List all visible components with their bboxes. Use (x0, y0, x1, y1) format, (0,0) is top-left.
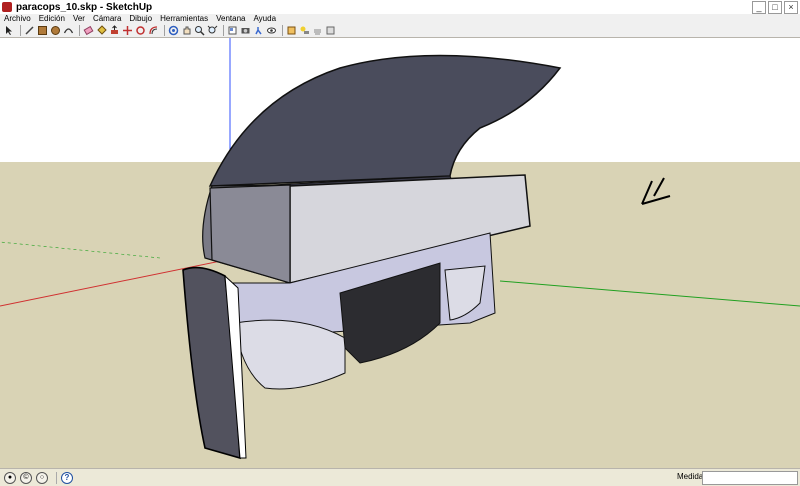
offset-icon[interactable] (148, 25, 159, 36)
window-controls: _ □ × (752, 1, 798, 14)
section-icon[interactable] (286, 25, 297, 36)
title-bar: paracops_10.skp - SketchUp _ □ × (0, 0, 800, 14)
shadow-icon[interactable] (299, 25, 310, 36)
scene-canvas[interactable] (0, 38, 800, 468)
look-around-icon[interactable] (266, 25, 277, 36)
circle-icon[interactable] (50, 25, 61, 36)
fog-icon[interactable] (312, 25, 323, 36)
style-icon[interactable] (325, 25, 336, 36)
orbit-icon[interactable] (168, 25, 179, 36)
geo-location-icon[interactable]: ● (4, 471, 16, 484)
rotate-icon[interactable] (135, 25, 146, 36)
toolbar-separator (20, 24, 21, 36)
toolbar-separator (164, 24, 165, 36)
measurements-input[interactable] (702, 471, 798, 485)
select-icon[interactable] (4, 25, 15, 36)
zoom-icon[interactable] (194, 25, 205, 36)
toolbar-separator (223, 24, 224, 36)
help-icon[interactable]: ? (61, 471, 73, 484)
line-icon[interactable] (24, 25, 35, 36)
menu-archivo[interactable]: Archivo (0, 14, 35, 23)
rectangle-icon[interactable] (37, 25, 48, 36)
close-button[interactable]: × (784, 1, 798, 14)
status-divider (56, 471, 57, 484)
main-toolbar (0, 23, 800, 38)
sketchup-app-icon (2, 2, 12, 12)
toolbar-separator (79, 24, 80, 36)
menu-herramientas[interactable]: Herramientas (156, 14, 212, 23)
menu-bar: Archivo Edición Ver Cámara Dibujo Herram… (0, 14, 800, 23)
menu-dibujo[interactable]: Dibujo (125, 14, 156, 23)
menu-ayuda[interactable]: Ayuda (249, 14, 280, 23)
minimize-button[interactable]: _ (752, 1, 766, 14)
paint-bucket-icon[interactable] (96, 24, 107, 36)
toolbar-separator (282, 24, 283, 36)
camera-icon[interactable] (240, 25, 251, 36)
arc-icon[interactable] (63, 25, 74, 36)
status-bar: ● © ○ ? Medidas (0, 468, 800, 486)
menu-ventana[interactable]: Ventana (212, 14, 249, 23)
component-icon[interactable] (227, 25, 238, 36)
push-pull-icon[interactable] (109, 24, 120, 36)
eraser-icon[interactable] (83, 25, 94, 36)
move-icon[interactable] (122, 25, 133, 36)
credits-icon[interactable]: © (20, 471, 32, 484)
window-title: paracops_10.skp - SketchUp (16, 1, 153, 13)
zoom-extents-icon[interactable] (207, 25, 218, 36)
menu-camara[interactable]: Cámara (89, 14, 125, 23)
maximize-button[interactable]: □ (768, 1, 782, 14)
menu-ver[interactable]: Ver (69, 14, 89, 23)
model-viewport[interactable] (0, 38, 800, 468)
walk-icon[interactable] (253, 25, 264, 36)
menu-edicion[interactable]: Edición (35, 14, 69, 23)
pan-icon[interactable] (181, 25, 192, 36)
user-icon[interactable]: ○ (36, 471, 48, 484)
